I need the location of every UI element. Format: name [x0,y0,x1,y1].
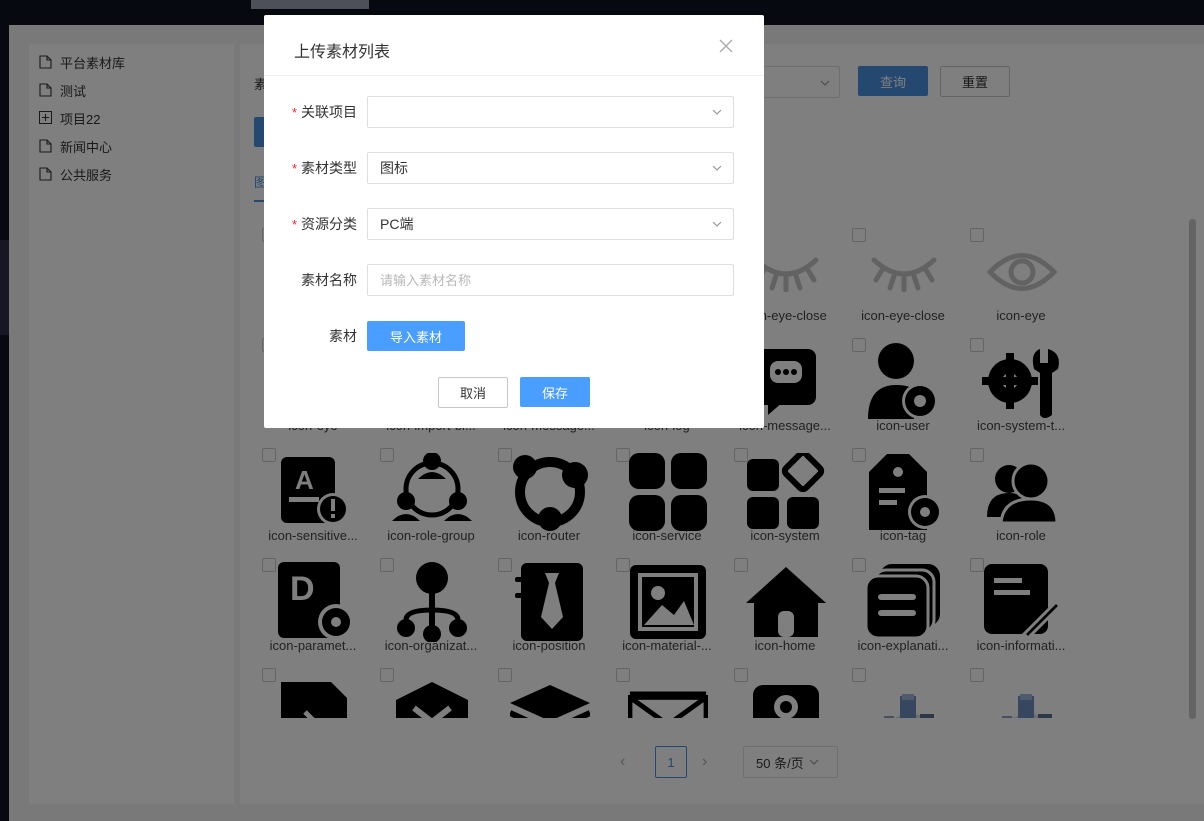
chevron-down-icon [712,165,722,171]
category-label: * 资源分类 [292,208,357,240]
chevron-down-icon [712,109,722,115]
category-select[interactable]: PC端 [367,208,734,240]
type-label-text: 素材类型 [301,160,357,176]
category-label-text: 资源分类 [301,216,357,232]
required-mark: * [291,160,297,176]
name-label: 素材名称 [301,264,357,296]
type-label: * 素材类型 [292,152,357,184]
material-name-input[interactable] [380,272,733,288]
type-select-value: 图标 [380,160,408,176]
chevron-down-icon [712,221,722,227]
project-select[interactable] [367,96,734,128]
cancel-button[interactable]: 取消 [438,377,508,408]
form-row-name: 素材名称 [264,264,764,296]
dialog-header: 上传素材列表 [264,15,764,76]
form-row-category: * 资源分类 PC端 [264,208,764,240]
form-row-project: * 关联项目 [264,96,764,128]
project-label: * 关联项目 [292,96,357,128]
name-input-wrapper [367,264,734,296]
required-mark: * [291,216,297,232]
name-label-text: 素材名称 [301,272,357,288]
form-row-type: * 素材类型 图标 [264,152,764,184]
project-label-text: 关联项目 [301,104,357,120]
dialog-title: 上传素材列表 [294,44,391,61]
required-mark: * [291,104,297,120]
type-select[interactable]: 图标 [367,152,734,184]
close-icon[interactable] [718,38,734,54]
form-row-material: 素材 导入素材 [264,321,764,353]
material-label-text: 素材 [329,328,357,344]
category-select-value: PC端 [380,216,414,232]
upload-material-dialog: 上传素材列表 * 关联项目 * 素材类型 图标 * 资源分类 PC端 素材名称 … [264,15,764,428]
import-material-button[interactable]: 导入素材 [367,321,465,351]
material-label: 素材 [329,321,357,351]
save-button[interactable]: 保存 [520,377,590,407]
